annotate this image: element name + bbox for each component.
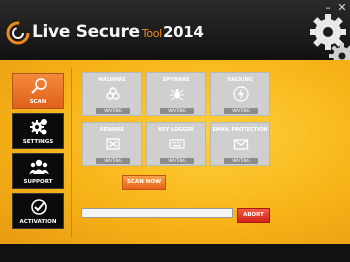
- module-spyware: SPYWARE WAITING: [146, 72, 206, 116]
- logo-swirl-icon: [6, 21, 30, 45]
- sidebar-item-support[interactable]: SUPPORT: [12, 153, 64, 189]
- envelope-icon: [233, 139, 249, 150]
- scan-now-button[interactable]: SCAN NOW: [122, 175, 166, 190]
- sidebar-item-activation[interactable]: ACTIVATION: [12, 193, 64, 229]
- brand-main: Live Secure: [32, 22, 140, 42]
- sidebar-item-settings[interactable]: SETTINGS: [12, 113, 64, 149]
- sidebar-item-label: ACTIVATION: [19, 219, 57, 225]
- sidebar-item-label: SCAN: [29, 99, 47, 105]
- sidebar-item-label: SUPPORT: [23, 179, 53, 185]
- keyboard-icon: [169, 139, 185, 149]
- lightning-icon: [233, 86, 249, 102]
- module-email-protection: EMAIL PROTECTION WAITING: [210, 122, 270, 166]
- gears-icon: [30, 119, 47, 135]
- status-badge: WAITING: [224, 158, 258, 164]
- spider-icon: [170, 88, 184, 101]
- module-malware: MALWARE WAITING: [82, 72, 142, 116]
- people-icon: [29, 159, 49, 174]
- app-window: Live Secure Tool2014 – ✕ SCAN SETTINGS S…: [0, 0, 350, 262]
- sidebar-item-label: SETTINGS: [22, 139, 54, 145]
- checkmark-icon: [31, 199, 47, 215]
- status-badge: WAITING: [96, 158, 130, 164]
- module-title: MALWARE: [97, 77, 127, 83]
- header-bar: Live Secure Tool2014 – ✕: [0, 0, 350, 69]
- footer-bar: [0, 244, 350, 262]
- status-badge: WAITING: [160, 108, 194, 114]
- status-badge: WAITING: [224, 108, 258, 114]
- module-hacking: HACKING WAITING: [210, 72, 270, 116]
- brand-tool: Tool: [141, 27, 162, 40]
- app-logo: Live Secure Tool2014: [32, 22, 204, 42]
- module-title: SPYWARE: [162, 77, 190, 83]
- ad-block-icon: [106, 138, 120, 150]
- module-keylogger: KEY LOGGER WAITING: [146, 122, 206, 166]
- sidebar-item-scan[interactable]: SCAN: [12, 73, 64, 109]
- module-adware: ADWARE WAITING: [82, 122, 142, 166]
- status-badge: WAITING: [160, 158, 194, 164]
- module-title: EMAIL PROTECTION: [212, 127, 268, 133]
- module-title: KEY LOGGER: [158, 127, 194, 133]
- magnifier-icon: [31, 78, 47, 94]
- abort-button[interactable]: ABORT: [237, 208, 270, 223]
- status-badge: WAITING: [96, 108, 130, 114]
- sidebar-divider: [71, 68, 72, 238]
- brand-year: 2014: [162, 23, 204, 41]
- module-title: ADWARE: [99, 127, 125, 133]
- module-title: HACKING: [227, 77, 253, 83]
- scan-progress-bar: [81, 208, 233, 218]
- biohazard-icon: [106, 87, 120, 100]
